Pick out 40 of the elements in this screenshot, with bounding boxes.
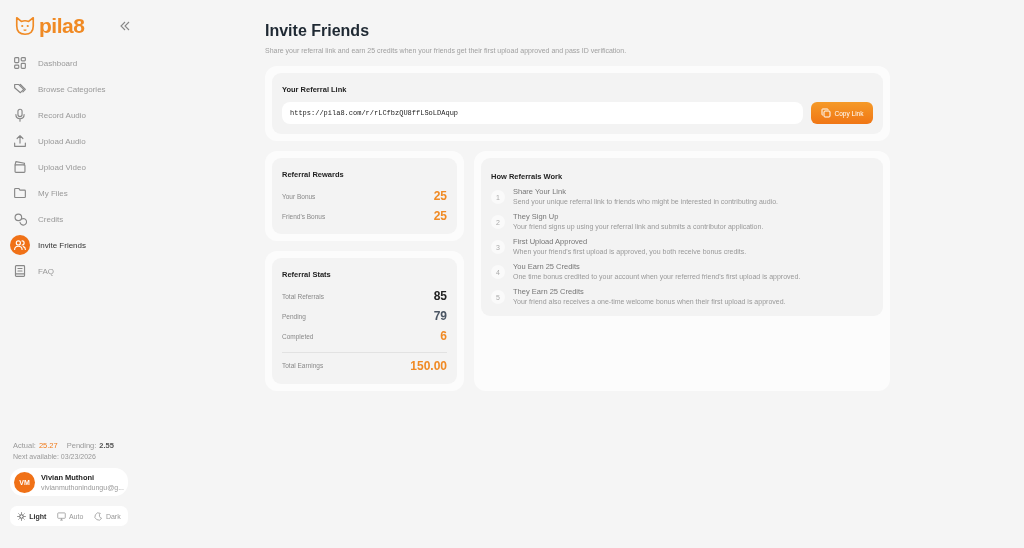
nav-item[interactable]: Upload Video (10, 156, 247, 178)
nav-label[interactable]: Browse Categories (38, 84, 106, 94)
nav-label[interactable]: Dashboard (38, 58, 78, 68)
sun-icon (17, 511, 27, 521)
nav-item[interactable]: Record Audio (10, 104, 247, 126)
logo[interactable]: pila8 (14, 14, 85, 38)
folder-icon (13, 186, 27, 200)
stat-value: 150.00 (410, 358, 447, 373)
stat-value: 25 (433, 189, 447, 203)
nav-label[interactable]: Upload Audio (38, 136, 86, 146)
nav-item[interactable]: Dashboard (10, 52, 247, 74)
nav-item[interactable]: Credits (10, 208, 247, 230)
nav-label[interactable]: Record Audio (38, 110, 87, 120)
nav-label[interactable]: Credits (38, 214, 64, 224)
nav-item[interactable]: FAQ (10, 260, 247, 282)
copy-icon (820, 108, 831, 118)
stat-value: 85 (433, 289, 447, 303)
book-icon (13, 264, 27, 278)
monitor-icon (56, 511, 66, 521)
grid-icon (13, 56, 27, 70)
stat-value: 6 (440, 329, 447, 343)
nav-label[interactable]: Invite Friends (38, 240, 87, 250)
clapperboard-icon (13, 160, 27, 174)
moon-icon (93, 511, 103, 521)
nav-item[interactable]: My Files (10, 182, 247, 204)
stat-value: 25 (433, 209, 447, 223)
microphone-icon (13, 108, 27, 122)
page-title: Invite Friends (265, 22, 371, 40)
collapse-icon[interactable] (120, 21, 131, 31)
nav-label[interactable]: FAQ (38, 266, 54, 276)
nav-item[interactable]: Invite Friends (10, 234, 247, 256)
nav-label[interactable]: My Files (38, 188, 68, 198)
nav-item[interactable]: Browse Categories (10, 78, 247, 100)
tags-icon (13, 82, 27, 96)
cat-icon (14, 15, 36, 37)
nav-item[interactable]: Upload Audio (10, 130, 247, 152)
nav-label[interactable]: Upload Video (38, 162, 86, 172)
upload-icon (13, 134, 27, 148)
stat-value: 79 (433, 309, 447, 323)
coins-icon (13, 212, 27, 226)
